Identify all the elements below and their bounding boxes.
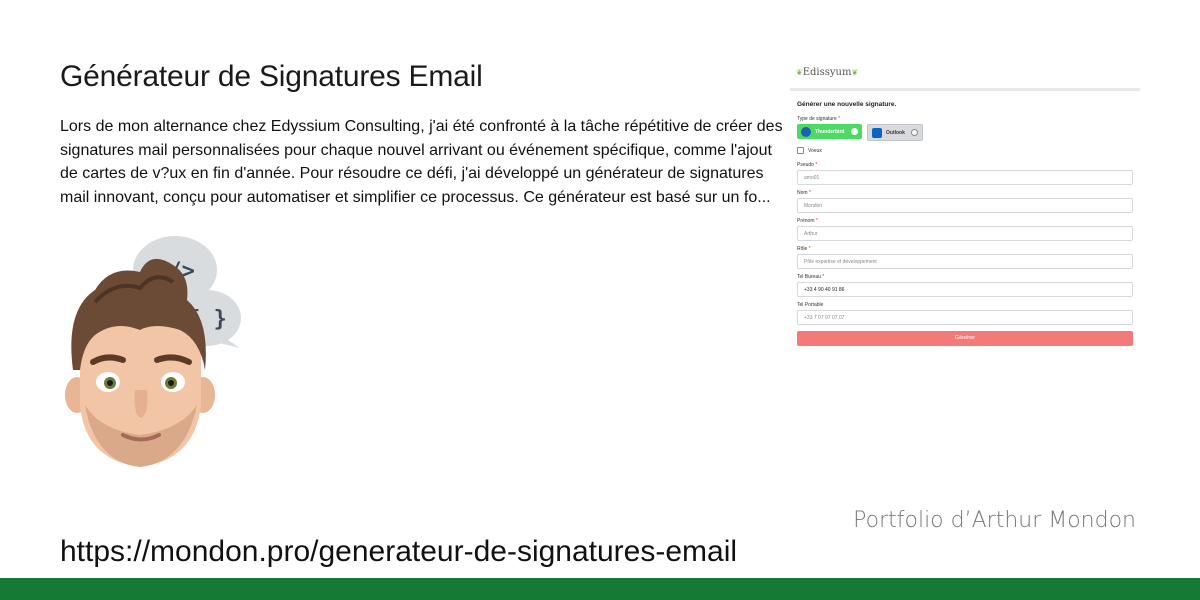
pseudo-input[interactable]: amo01 [797,170,1133,185]
nom-input[interactable]: Mondon [797,198,1133,213]
tel-bureau-input[interactable]: +33 4 90 40 91 86 [797,282,1133,297]
generate-button[interactable]: Générer [797,331,1133,346]
project-url[interactable]: https://mondon.pro/generateur-de-signatu… [60,535,737,569]
tel-bureau-field: Tel Bureau * +33 4 90 40 91 86 [797,274,1133,297]
voeux-checkbox-row[interactable]: Voeux [797,147,1133,154]
voeux-checkbox[interactable] [797,147,804,154]
thunderbird-icon [801,126,811,137]
signature-type-selector: Thunderbird Outlook [797,124,1133,141]
thunderbird-option[interactable]: Thunderbird [797,124,862,139]
nom-field: Nom * Mondon [797,190,1133,213]
outlook-option[interactable]: Outlook [867,124,923,141]
leaf-icon: ❦ [796,68,803,77]
tel-portable-input[interactable]: +33 7 07 07 07 07 [797,310,1133,325]
generator-screenshot: ❦Edissyum❦ Générer une nouvelle signatur… [790,60,1140,355]
prenom-input[interactable]: Arthur [797,226,1133,241]
outlook-icon [872,127,882,138]
prenom-field: Prénom * Arthur [797,218,1133,241]
role-field: Rôle * Pôle expertise et développement [797,246,1133,269]
type-label: Type de signature * [797,116,841,122]
leaf-icon: ❦ [851,68,859,77]
company-logo: ❦Edissyum❦ [796,67,859,78]
project-description: Lors de mon alternance chez Edyssium Con… [60,118,783,206]
screenshot-header: ❦Edissyum❦ [790,60,1140,91]
page-title: Générateur de Signatures Email [60,60,483,93]
pseudo-field: Pseudo * amo01 [797,162,1133,185]
portfolio-label: Portfolio d’Arthur Mondon [853,508,1136,533]
radio-icon [851,128,858,135]
radio-icon [911,129,918,136]
role-input[interactable]: Pôle expertise et développement [797,254,1133,269]
bottom-bar [0,578,1200,600]
tel-portable-field: Tel Portable +33 7 07 07 07 07 [797,302,1133,325]
form-heading: Générer une nouvelle signature. [797,101,897,108]
avatar: </> { } [65,236,241,467]
